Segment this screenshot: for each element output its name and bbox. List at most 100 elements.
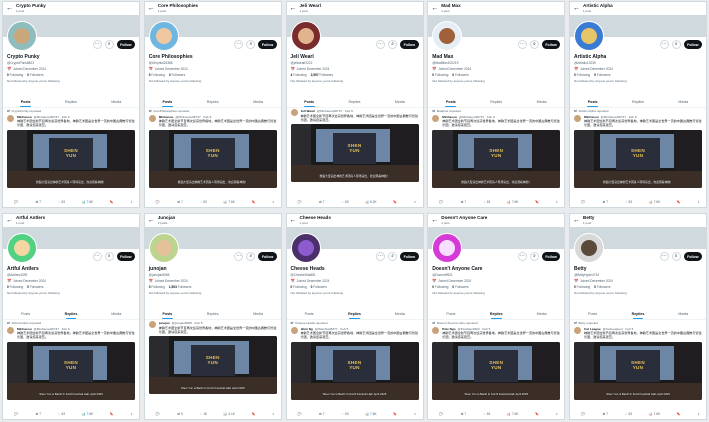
search-button[interactable]: ⌕ — [388, 252, 398, 261]
followers-count[interactable]: 0 Followers — [169, 73, 185, 77]
post-author-avatar[interactable] — [7, 326, 14, 334]
share-action[interactable]: ⇪ — [272, 412, 275, 416]
bookmark-action[interactable]: 🔖 — [251, 200, 255, 204]
reply-action[interactable]: 💬 — [298, 200, 303, 204]
post-media[interactable]: SHEN YUN Shen Yun is Back! In Kochi Fest… — [432, 341, 561, 400]
following-count[interactable]: 0 Following — [291, 285, 307, 289]
avatar[interactable] — [7, 21, 37, 51]
followers-count[interactable]: 1,503 Followers — [169, 285, 192, 289]
repost-action[interactable]: ⇄ 7 — [319, 200, 324, 204]
reply-action[interactable]: 💬 — [156, 412, 161, 416]
post-author-avatar[interactable] — [290, 326, 298, 334]
like-action[interactable]: ♡ 18 — [199, 412, 206, 416]
tab-media[interactable]: Media — [377, 97, 422, 107]
followers-count[interactable]: 0 Followers — [594, 73, 610, 77]
more-options-button[interactable]: ⋯ — [659, 40, 669, 49]
back-arrow-icon[interactable]: ← — [573, 217, 580, 224]
tab-posts[interactable]: Posts — [145, 97, 190, 107]
following-count[interactable]: 0 Following — [7, 73, 23, 77]
search-button[interactable]: ⌕ — [104, 252, 114, 261]
tab-posts[interactable]: Posts — [570, 309, 615, 319]
tab-media[interactable]: Media — [94, 309, 139, 319]
back-arrow-icon[interactable]: ← — [573, 5, 580, 12]
tab-replies[interactable]: Replies — [190, 97, 235, 107]
back-arrow-icon[interactable]: ← — [290, 5, 297, 12]
following-count[interactable]: 0 Following — [432, 73, 448, 77]
like-action[interactable]: ♡ 63 — [58, 412, 65, 416]
tab-media[interactable]: Media — [661, 309, 706, 319]
following-count[interactable]: 0 Following — [149, 285, 165, 289]
search-button[interactable]: ⌕ — [671, 40, 681, 49]
more-options-button[interactable]: ⋯ — [659, 252, 669, 261]
tab-posts[interactable]: Posts — [145, 309, 190, 319]
avatar[interactable] — [148, 21, 179, 51]
following-count[interactable]: 4 Following — [291, 73, 307, 77]
search-button[interactable]: ⌕ — [104, 40, 114, 49]
reply-action[interactable]: 💬 — [14, 200, 19, 204]
post-author[interactable]: Minhaoou — [17, 115, 32, 119]
post-author-avatar[interactable] — [148, 114, 156, 122]
post-author[interactable]: Cat League — [584, 327, 601, 331]
follow-button[interactable]: Follow — [258, 252, 277, 261]
post[interactable]: ⇄ junojan @junojan8088 · Feb 5 神韵艺术团全新节目… — [148, 321, 277, 395]
avatar[interactable] — [432, 21, 463, 51]
avatar[interactable] — [432, 233, 463, 263]
post-media[interactable]: SHEN YUN 舞蹈大型演出神韵艺术团真人现场演出，欢迎观看神韵！ — [7, 129, 135, 188]
post-author[interactable]: Wein Ng — [301, 327, 313, 331]
bookmark-action[interactable]: 🔖 — [393, 412, 397, 416]
post-author-avatar[interactable] — [574, 326, 581, 334]
tab-posts[interactable]: Posts — [570, 97, 615, 107]
tab-media[interactable]: Media — [235, 309, 280, 319]
tab-posts[interactable]: Posts — [3, 97, 48, 107]
post-media[interactable]: SHEN YUN 舞蹈大型演出神韵艺术团真人现场演出，欢迎观看神韵！ — [290, 124, 419, 183]
search-button[interactable]: ⌕ — [529, 40, 539, 49]
post-author[interactable]: Minhaoou — [584, 115, 599, 119]
more-options-button[interactable]: ⋯ — [234, 252, 244, 261]
post-author[interactable]: Minhaoou — [17, 327, 32, 331]
like-action[interactable]: ♡ 63 — [341, 412, 348, 416]
views-action[interactable]: 📊 7.6K — [82, 412, 94, 416]
post-author[interactable]: Minhaoou — [159, 115, 174, 119]
tab-replies[interactable]: Replies — [332, 309, 377, 319]
follow-button[interactable]: Follow — [683, 40, 702, 49]
repost-action[interactable]: ⇄ 7 — [603, 200, 608, 204]
more-options-button[interactable]: ⋯ — [234, 40, 244, 49]
repost-action[interactable]: ⇄ 7 — [36, 200, 41, 204]
back-arrow-icon[interactable]: ← — [6, 217, 13, 224]
reply-action[interactable]: 💬 — [439, 412, 444, 416]
reply-action[interactable]: 💬 — [298, 412, 303, 416]
reply-action[interactable]: 💬 — [581, 200, 586, 204]
post-author-avatar[interactable] — [148, 321, 156, 328]
following-count[interactable]: 0 Following — [7, 285, 23, 289]
back-arrow-icon[interactable]: ← — [148, 217, 155, 224]
post[interactable]: ⇄ Doesn't Anyone Care reposted Pete Ngo … — [432, 321, 561, 400]
views-action[interactable]: 📊 7.6K — [365, 412, 377, 416]
bookmark-action[interactable]: 🔖 — [677, 200, 681, 204]
repost-action[interactable]: ⇄ 7 — [319, 412, 324, 416]
followers-count[interactable]: 0 Followers — [594, 285, 610, 289]
following-count[interactable]: 0 Following — [432, 285, 448, 289]
tab-replies[interactable]: Replies — [48, 309, 93, 319]
avatar[interactable] — [290, 21, 321, 51]
post-media[interactable]: SHEN YUN Shen Yun is Back! In Kochi Fest… — [7, 341, 135, 400]
like-action[interactable]: ♡ 63 — [341, 200, 348, 204]
post-media[interactable]: SHEN YUN 舞蹈大型演出神韵艺术团真人现场演出，欢迎观看神韵！ — [432, 129, 561, 188]
back-arrow-icon[interactable]: ← — [431, 5, 438, 12]
tab-media[interactable]: Media — [519, 97, 564, 107]
back-arrow-icon[interactable]: ← — [431, 217, 438, 224]
more-options-button[interactable]: ⋯ — [517, 252, 527, 261]
back-arrow-icon[interactable]: ← — [290, 217, 297, 224]
views-action[interactable]: 📊 7.6K — [82, 200, 94, 204]
reply-action[interactable]: 💬 — [156, 200, 161, 204]
followers-count[interactable]: 0 Followers — [311, 285, 327, 289]
bookmark-action[interactable]: 🔖 — [535, 200, 539, 204]
share-action[interactable]: ⇪ — [697, 412, 700, 416]
repost-action[interactable]: ⇄ 7 — [461, 412, 466, 416]
avatar[interactable] — [7, 233, 37, 263]
tab-replies[interactable]: Replies — [48, 97, 93, 107]
repost-action[interactable]: ⇄ 7 — [603, 412, 608, 416]
post-media[interactable]: SHEN YUN 舞蹈大型演出神韵艺术团真人现场演出，欢迎观看神韵！ — [574, 129, 702, 188]
tab-media[interactable]: Media — [94, 97, 139, 107]
tab-media[interactable]: Media — [235, 97, 280, 107]
followers-count[interactable]: 0 Followers — [27, 285, 43, 289]
